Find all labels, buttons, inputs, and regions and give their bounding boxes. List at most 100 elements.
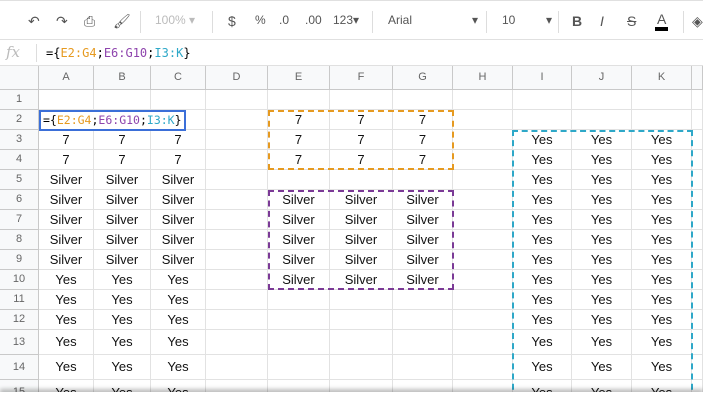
cell[interactable]: 7 <box>94 130 151 150</box>
cell[interactable] <box>692 355 703 380</box>
column-header-f[interactable]: F <box>330 66 393 90</box>
undo-icon[interactable]: ↶ <box>28 13 40 30</box>
cell[interactable]: Silver <box>151 250 206 270</box>
active-cell-a2[interactable]: ={E2:G4;E6:G10;I3:K} <box>39 110 186 131</box>
text-color-button[interactable]: A <box>655 11 669 31</box>
cell[interactable]: 7 <box>39 130 94 150</box>
cell[interactable] <box>268 170 330 190</box>
cell[interactable] <box>692 90 703 110</box>
cell[interactable]: Yes <box>39 270 94 290</box>
formula-input[interactable]: ={E2:G4;E6:G10;I3:K} <box>46 46 191 60</box>
cell[interactable]: Yes <box>94 330 151 355</box>
cell[interactable] <box>94 90 151 110</box>
row-header[interactable]: 9 <box>0 250 39 270</box>
cell[interactable] <box>268 330 330 355</box>
cell[interactable] <box>692 270 703 290</box>
cell[interactable] <box>453 190 513 210</box>
cell[interactable]: Yes <box>94 290 151 310</box>
cell[interactable]: 7 <box>151 150 206 170</box>
cell[interactable] <box>692 110 703 130</box>
cell[interactable] <box>453 130 513 150</box>
cell[interactable] <box>206 250 268 270</box>
cell[interactable] <box>206 290 268 310</box>
cell[interactable]: 7 <box>39 150 94 170</box>
cell[interactable] <box>692 210 703 230</box>
bold-button[interactable]: B <box>572 13 582 29</box>
cell[interactable] <box>632 90 692 110</box>
cell[interactable] <box>453 150 513 170</box>
row-header[interactable]: 1 <box>0 90 39 110</box>
cell[interactable]: Yes <box>39 355 94 380</box>
cell[interactable]: Silver <box>39 170 94 190</box>
cell[interactable] <box>330 90 393 110</box>
cell[interactable] <box>268 290 330 310</box>
cell[interactable] <box>453 170 513 190</box>
row-header[interactable]: 13 <box>0 330 39 355</box>
cell[interactable]: Silver <box>94 170 151 190</box>
cell[interactable] <box>206 230 268 250</box>
cell[interactable] <box>206 270 268 290</box>
cell[interactable]: Yes <box>94 270 151 290</box>
font-select[interactable]: Arial ▾ <box>388 13 478 27</box>
cell[interactable] <box>453 230 513 250</box>
font-size-select[interactable]: 10 ▾ <box>502 13 552 27</box>
row-header[interactable]: 7 <box>0 210 39 230</box>
cell[interactable] <box>330 355 393 380</box>
cell[interactable]: Yes <box>151 290 206 310</box>
cell[interactable]: Silver <box>39 210 94 230</box>
cell[interactable] <box>393 90 453 110</box>
cell[interactable] <box>513 90 572 110</box>
cell[interactable]: Silver <box>151 190 206 210</box>
cell[interactable] <box>453 210 513 230</box>
more-formats-button[interactable]: 123▾ <box>333 13 359 27</box>
row-header[interactable]: 5 <box>0 170 39 190</box>
print-icon[interactable]: ⎙ <box>84 13 95 30</box>
cell[interactable] <box>393 290 453 310</box>
cell[interactable]: Silver <box>151 210 206 230</box>
currency-button[interactable]: $ <box>228 13 236 29</box>
cell[interactable] <box>330 330 393 355</box>
cell[interactable]: Yes <box>39 310 94 330</box>
cell[interactable]: Silver <box>39 190 94 210</box>
cell[interactable]: Yes <box>151 270 206 290</box>
cell[interactable] <box>268 90 330 110</box>
cell[interactable] <box>206 190 268 210</box>
column-header-e[interactable]: E <box>268 66 330 90</box>
decrease-decimal-button[interactable]: .0 <box>279 13 289 27</box>
select-all-corner[interactable] <box>0 66 39 90</box>
row-header[interactable]: 8 <box>0 230 39 250</box>
cell[interactable] <box>393 330 453 355</box>
cell[interactable] <box>206 110 268 130</box>
row-header[interactable]: 14 <box>0 355 39 380</box>
cell[interactable] <box>692 130 703 150</box>
row-header[interactable]: 6 <box>0 190 39 210</box>
cell[interactable]: Silver <box>39 250 94 270</box>
paint-format-icon[interactable]: 🖌︎ <box>113 13 131 30</box>
cell[interactable] <box>268 310 330 330</box>
cell[interactable] <box>453 310 513 330</box>
cell[interactable] <box>330 310 393 330</box>
cell[interactable] <box>692 230 703 250</box>
cell[interactable] <box>453 330 513 355</box>
row-header[interactable]: 2 <box>0 110 39 130</box>
italic-button[interactable]: I <box>600 13 604 29</box>
cell[interactable] <box>206 355 268 380</box>
percent-button[interactable]: % <box>255 13 266 27</box>
cell[interactable]: Silver <box>151 230 206 250</box>
cell[interactable] <box>453 250 513 270</box>
column-header-h[interactable]: H <box>453 66 513 90</box>
cell[interactable] <box>206 130 268 150</box>
column-header-k[interactable]: K <box>632 66 692 90</box>
cell[interactable]: 7 <box>94 150 151 170</box>
cell[interactable] <box>453 355 513 380</box>
cell[interactable] <box>692 170 703 190</box>
cell[interactable] <box>572 90 632 110</box>
column-header-b[interactable]: B <box>94 66 151 90</box>
cell[interactable] <box>692 150 703 170</box>
cell[interactable] <box>393 310 453 330</box>
cell[interactable] <box>692 310 703 330</box>
cell[interactable] <box>268 355 330 380</box>
cell[interactable] <box>330 290 393 310</box>
cell[interactable] <box>393 170 453 190</box>
fill-color-icon[interactable]: ◈ <box>692 13 703 30</box>
